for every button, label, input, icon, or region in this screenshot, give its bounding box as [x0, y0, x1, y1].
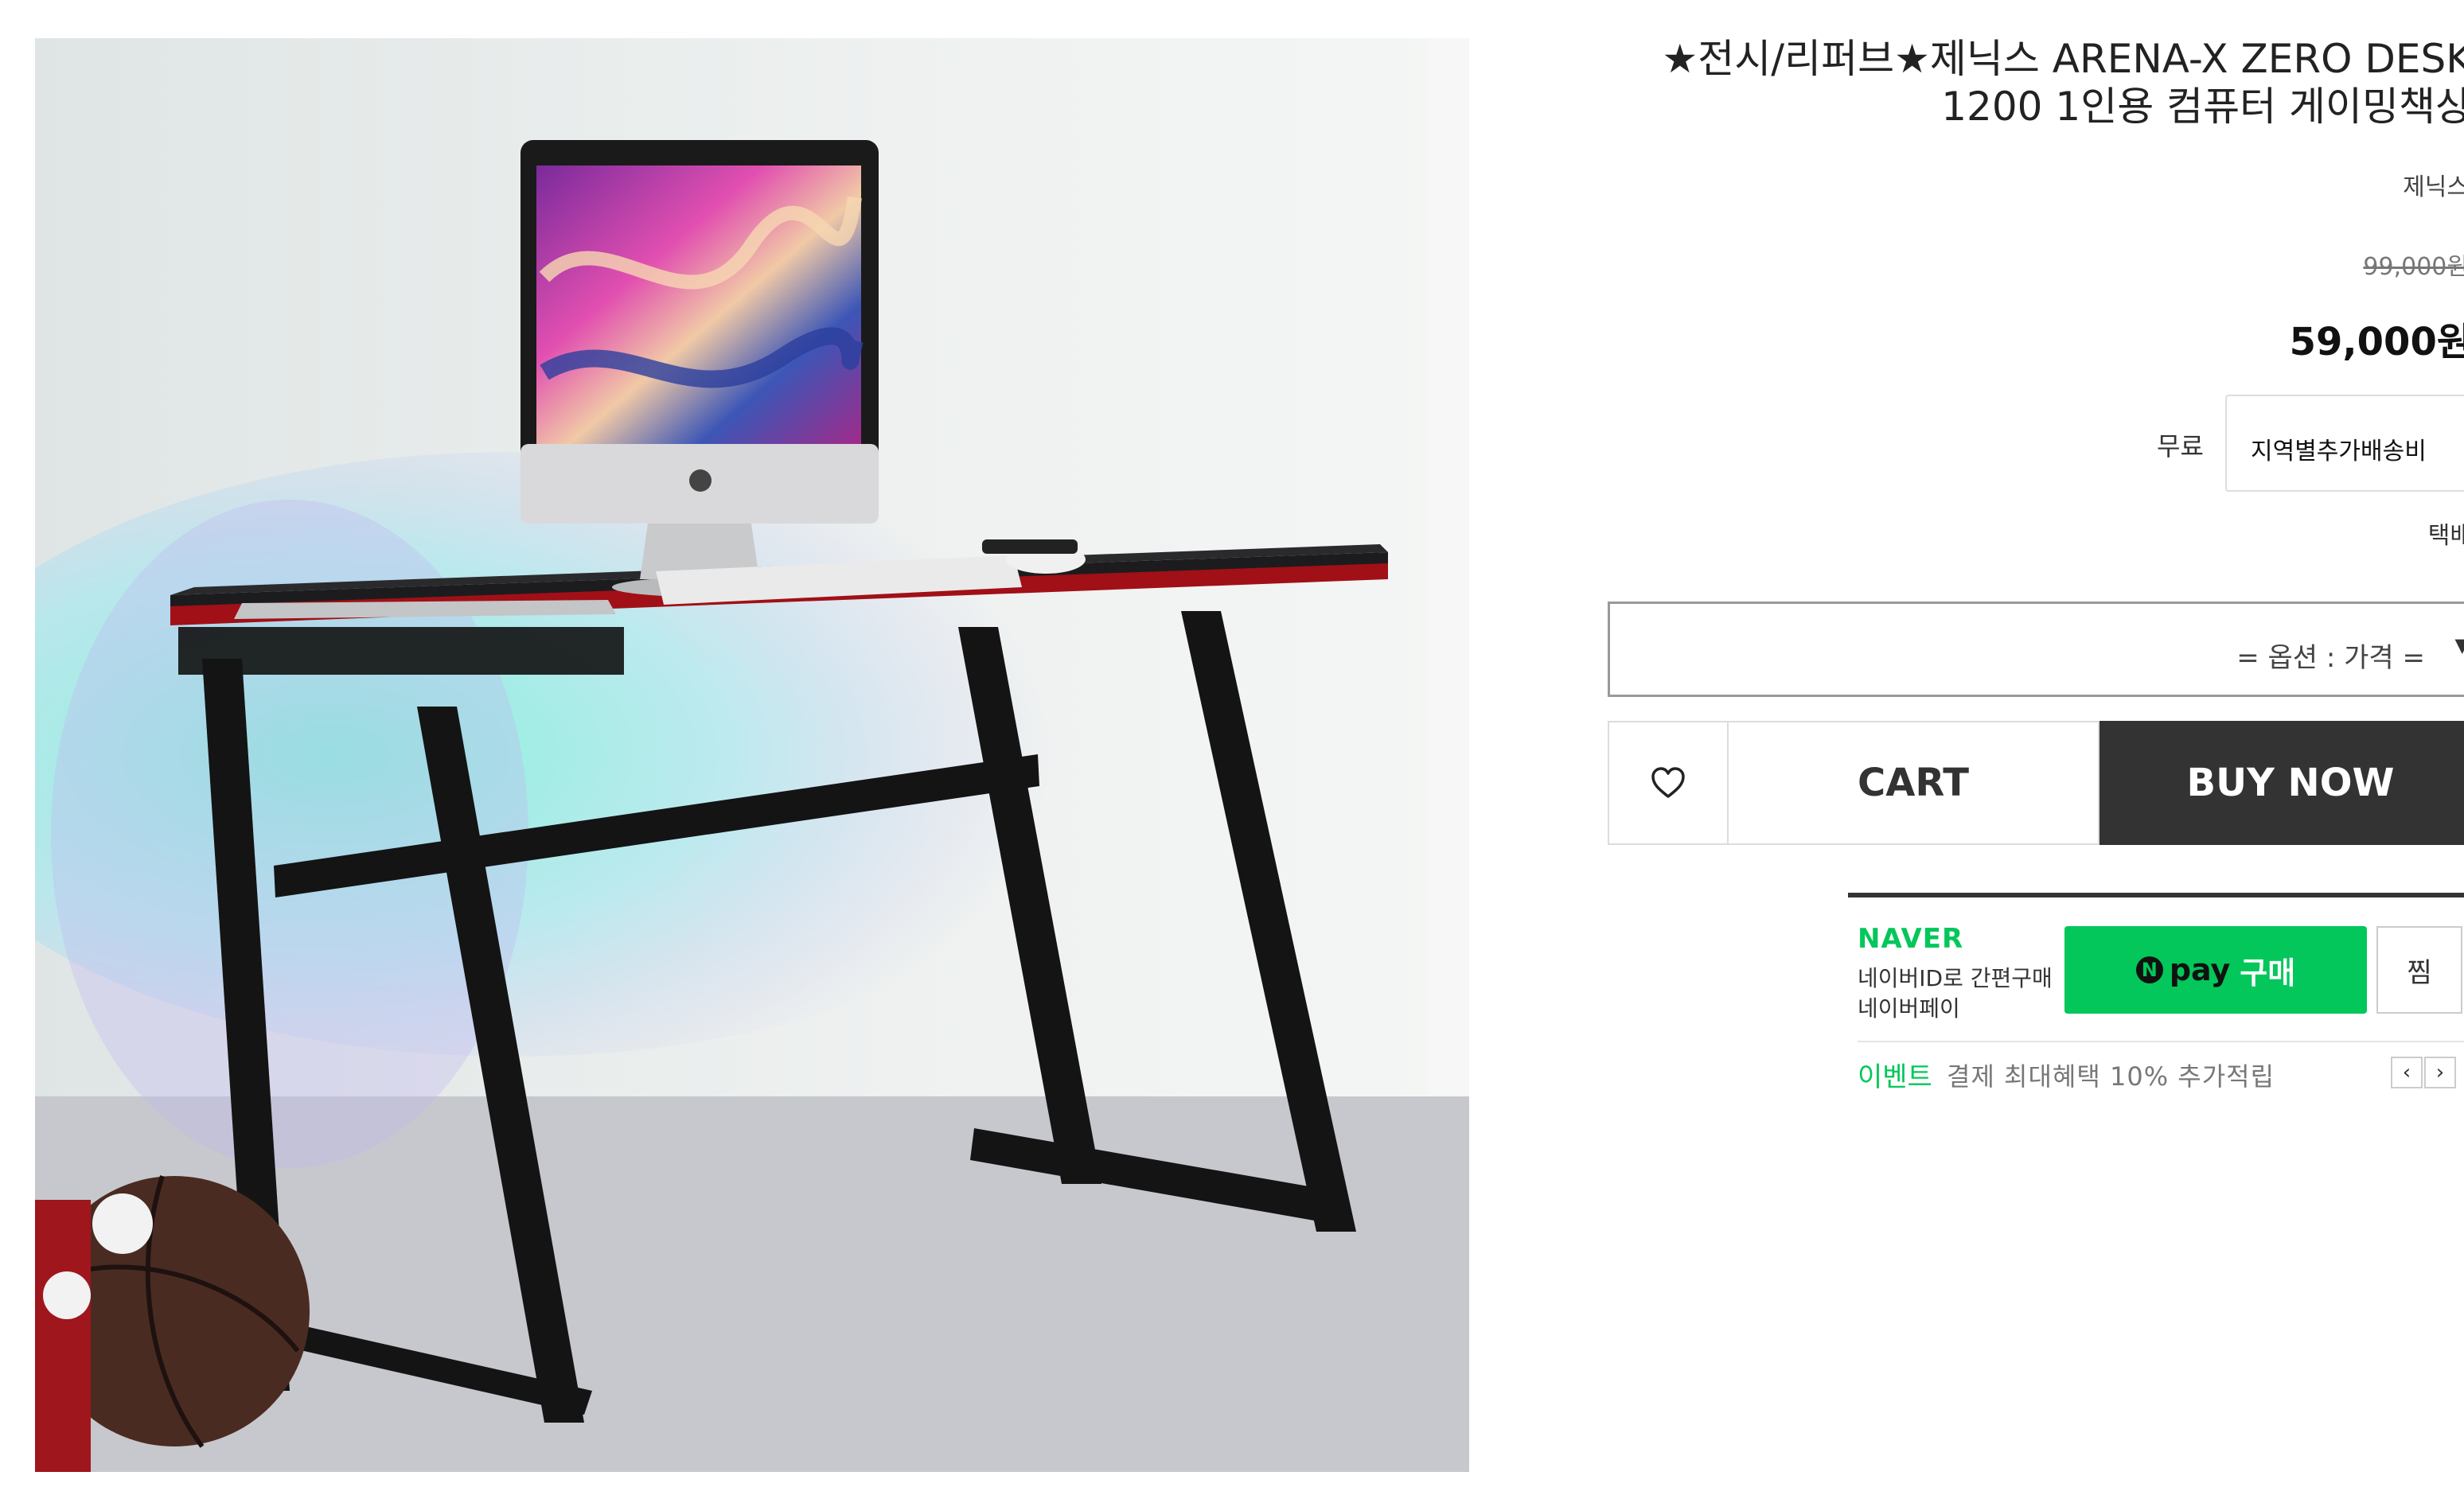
- shipping-fee-label: 무료: [2157, 431, 2204, 461]
- cart-button[interactable]: CART: [1729, 721, 2099, 845]
- divider: [1858, 1041, 2464, 1042]
- event-nav: ‹ ›: [2391, 1057, 2458, 1088]
- product-image: [35, 38, 1469, 1472]
- triangle-down-icon: ▼: [2454, 634, 2464, 656]
- buy-now-button[interactable]: BUY NOW: [2099, 721, 2464, 845]
- shipping-select[interactable]: 지역별추가배송비: [2225, 395, 2464, 492]
- option-placeholder: = 옵션 : 가격 =: [2236, 642, 2425, 674]
- naver-pay-buy-button[interactable]: N pay 구매: [2064, 926, 2367, 1014]
- chevron-left-icon[interactable]: ‹: [2391, 1057, 2423, 1088]
- naver-logo: NAVER: [1858, 923, 1964, 955]
- sale-price: 59,000원: [2289, 320, 2464, 364]
- naver-zzim-button[interactable]: 찜: [2376, 926, 2462, 1014]
- wishlist-button[interactable]: [1608, 721, 1729, 845]
- buy-text: 구매: [2240, 955, 2296, 991]
- heart-icon: [1651, 767, 1685, 798]
- brand-name: 제닉스: [2403, 173, 2464, 201]
- product-info-panel: ★전시/리퍼브★제닉스 ARENA-X ZERO DESK 1200 1인용 컴…: [1608, 0, 2464, 1499]
- desk-photo-illustration: [35, 38, 1469, 1472]
- event-text: 결제 최대혜택 10% 추가적립: [1947, 1061, 2275, 1092]
- chevron-right-icon[interactable]: ›: [2424, 1057, 2456, 1088]
- naver-pay-box: NAVER 네이버ID로 간편구매 네이버페이 N pay 구매 찜 이벤트 결…: [1848, 893, 2464, 1104]
- product-title: ★전시/리퍼브★제닉스 ARENA-X ZERO DESK 1200 1인용 컴…: [1662, 36, 2464, 130]
- original-price: 99,000원: [2363, 253, 2464, 281]
- option-select[interactable]: = 옵션 : 가격 = ▼: [1608, 602, 2464, 697]
- delivery-method: 택배: [2427, 522, 2464, 550]
- naver-pay-desc: 네이버ID로 간편구매: [1858, 965, 2053, 991]
- naver-pay-name: 네이버페이: [1858, 995, 1960, 1022]
- naver-n-icon: N: [2135, 956, 2163, 983]
- pay-text: pay: [2169, 952, 2231, 987]
- event-label[interactable]: 이벤트: [1858, 1055, 1932, 1094]
